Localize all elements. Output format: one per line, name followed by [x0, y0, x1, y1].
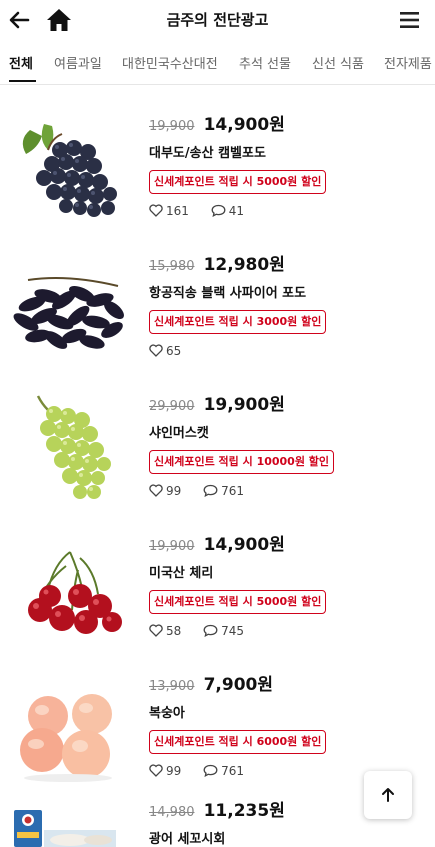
product-stats: 99 761 [149, 764, 262, 778]
product-item[interactable]: 19,900 14,900원 미국산 체리 신세계포인트 적립 시 5000원 … [0, 520, 435, 660]
product-name: 샤인머스캣 [149, 426, 209, 441]
product-item[interactable]: 15,980 12,980원 항공직송 블랙 사파이어 포도 신세계포인트 적립… [0, 240, 435, 380]
cherries-image [28, 551, 122, 634]
comment-count-value: 41 [228, 204, 245, 218]
like-count[interactable]: 99 [149, 764, 181, 778]
sale-price: 12,980원 [203, 255, 285, 275]
price-row: 19,900 14,900원 [149, 110, 285, 135]
hamburger-menu-icon[interactable] [400, 11, 419, 29]
sapphire-grapes-image [13, 277, 124, 349]
like-count-value: 161 [166, 204, 189, 218]
original-price: 19,900 [149, 539, 195, 554]
original-price: 19,900 [149, 119, 195, 134]
product-name: 광어 세꼬시회 [149, 832, 226, 847]
comment-icon [203, 624, 218, 638]
original-price: 14,980 [149, 805, 195, 820]
like-count[interactable]: 65 [149, 344, 181, 358]
shine-muscat-image [36, 395, 111, 499]
sale-price: 14,900원 [203, 115, 285, 135]
product-name: 항공직송 블랙 사파이어 포도 [149, 286, 307, 301]
product-name: 복숭아 [149, 706, 185, 721]
like-count[interactable]: 99 [149, 484, 181, 498]
arrow-up-icon [382, 788, 394, 802]
tab-electronics[interactable]: 전자제품 [384, 53, 432, 72]
price-row: 14,980 11,235원 [149, 796, 285, 821]
product-name: 대부도/송산 캠벨포도 [149, 146, 266, 161]
heart-icon [149, 764, 163, 777]
discount-badge: 신세계포인트 적립 시 6000원 할인 [149, 730, 327, 754]
like-count-value: 99 [166, 764, 182, 778]
tab-all[interactable]: 전체 [9, 53, 33, 72]
active-tab-indicator [9, 80, 36, 82]
sale-price: 7,900원 [203, 675, 274, 695]
discount-badge: 신세계포인트 적립 시 5000원 할인 [149, 590, 327, 614]
comment-icon [203, 764, 218, 778]
heart-icon [149, 484, 163, 497]
scroll-to-top-button[interactable] [364, 771, 412, 819]
header: 금주의 전단광고 [0, 0, 435, 40]
comment-count[interactable]: 745 [203, 624, 244, 638]
heart-icon [149, 624, 163, 637]
heart-icon [149, 204, 163, 217]
original-price: 13,900 [149, 679, 195, 694]
price-row: 29,900 19,900원 [149, 390, 285, 415]
like-count[interactable]: 58 [149, 624, 181, 638]
comment-count[interactable]: 761 [203, 764, 244, 778]
arrow-left-icon[interactable] [8, 9, 30, 31]
comment-count[interactable]: 761 [203, 484, 244, 498]
comment-count-value: 761 [221, 764, 245, 778]
like-count-value: 58 [166, 624, 182, 638]
discount-badge: 신세계포인트 적립 시 10000원 할인 [149, 450, 335, 474]
product-stats: 99 761 [149, 484, 262, 498]
like-count[interactable]: 161 [149, 204, 189, 218]
comment-icon [211, 204, 226, 218]
original-price: 29,900 [149, 399, 195, 414]
price-row: 13,900 7,900원 [149, 670, 273, 695]
black-grapes-image [22, 124, 117, 217]
like-count-value: 65 [166, 344, 182, 358]
price-row: 19,900 14,900원 [149, 530, 285, 555]
product-item[interactable]: 19,900 14,900원 대부도/송산 캠벨포도 신세계포인트 적립 시 5… [0, 100, 435, 240]
comment-count[interactable]: 41 [211, 204, 244, 218]
product-item[interactable]: 29,900 19,900원 샤인머스캣 신세계포인트 적립 시 10000원 … [0, 380, 435, 520]
sale-price: 14,900원 [203, 535, 285, 555]
like-count-value: 99 [166, 484, 182, 498]
home-icon[interactable] [46, 7, 72, 33]
tab-fresh-food[interactable]: 신선 식품 [312, 53, 364, 72]
comment-count-value: 745 [221, 624, 245, 638]
product-stats: 65 [149, 344, 199, 358]
discount-badge: 신세계포인트 적립 시 3000원 할인 [149, 310, 327, 334]
peaches-image [20, 694, 112, 782]
sale-price: 19,900원 [203, 395, 285, 415]
comment-count-value: 761 [221, 484, 245, 498]
tab-chuseok-gift[interactable]: 추석 선물 [239, 53, 291, 72]
sale-price: 11,235원 [203, 801, 285, 821]
product-name: 미국산 체리 [149, 566, 214, 581]
product-stats: 161 41 [149, 204, 262, 218]
comment-icon [203, 484, 218, 498]
tab-summer-fruit[interactable]: 여름과일 [54, 53, 102, 72]
category-tabs: 전체 여름과일 대한민국수산대전 추석 선물 신선 식품 전자제품 [0, 48, 435, 85]
product-stats: 58 745 [149, 624, 262, 638]
tab-korea-seafood-fair[interactable]: 대한민국수산대전 [122, 53, 218, 72]
heart-icon [149, 344, 163, 357]
original-price: 15,980 [149, 259, 195, 274]
price-row: 15,980 12,980원 [149, 250, 285, 275]
flatfish-sashimi-image [14, 810, 116, 847]
discount-badge: 신세계포인트 적립 시 5000원 할인 [149, 170, 327, 194]
